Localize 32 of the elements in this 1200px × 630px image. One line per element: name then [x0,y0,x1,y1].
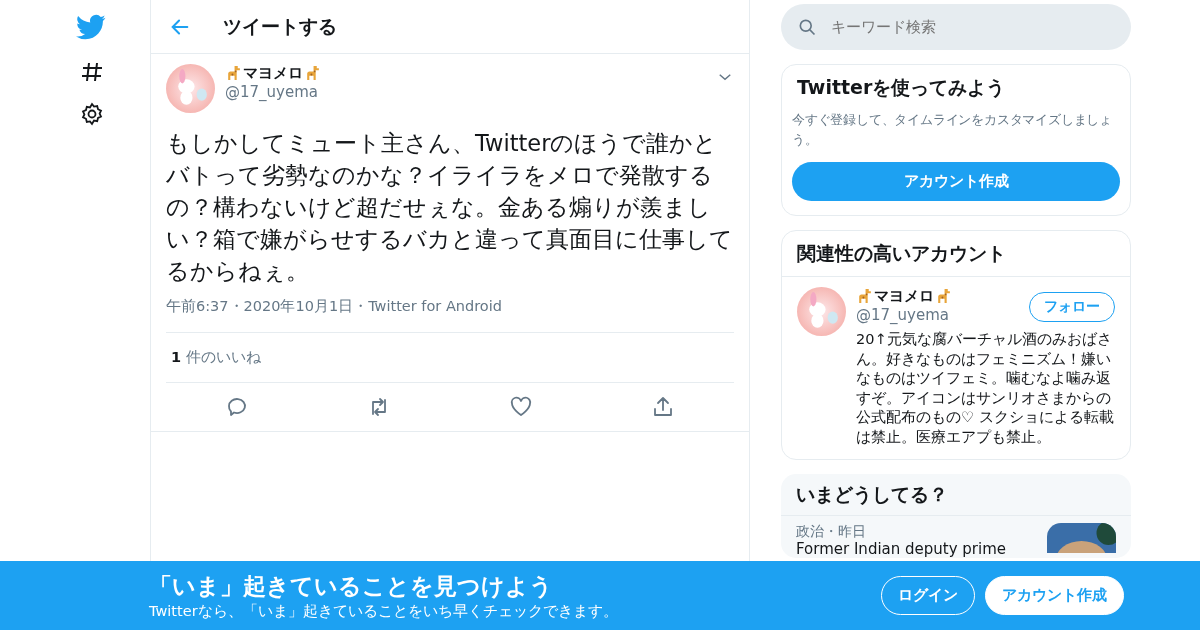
create-account-button[interactable]: アカウント作成 [985,576,1124,615]
user-handle[interactable]: @17_uyema [856,306,952,324]
settings-icon[interactable] [80,102,104,126]
trend-meta: 政治・昨日 [796,523,867,540]
banner-title: 「いま」起きていることを見つけよう [149,571,554,601]
follow-button[interactable]: フォロー [1029,292,1115,322]
card-title: いまどうしてる？ [795,482,949,507]
giraffe-icon [935,288,952,305]
heart-icon[interactable] [509,395,533,419]
like-count[interactable]: 1 件のいいね [166,333,734,383]
card-title: 関連性の高いアカウント [796,241,1007,266]
banner-subtitle: Twitterなら、「いま」起きていることをいち早くチェックできます。 [149,601,618,621]
hashtag-icon[interactable] [80,60,104,84]
display-name[interactable]: マヨメロ [874,287,934,306]
giraffe-icon [304,65,321,82]
giraffe-icon [856,288,873,305]
user-bio: 20↑元気な腐バーチャル酒のみおばさん。好きなものはフェミニズム！嫌いなものはツイフェミ。噛むなよ噛み返すぞ。アイコンはサンリオさまからの公式配布のもの♡ スクショによる転載は禁止。医療エアプも禁止。 [856,330,1115,447]
bird-logo-icon[interactable] [76,12,106,42]
page-title: ツイートする [223,13,337,39]
display-name[interactable]: マヨメロ [243,64,303,83]
create-account-button[interactable]: アカウント作成 [792,162,1120,201]
tweet-text: もしかしてミュート主さん、Twitterのほうで誰かとバトって劣勢なのかな？イライラをメロで発散するの？構わないけど超だせぇな。金ある煽りが羨ましい？箱で嫌がらせするバカと違って真面目に仕事してるからねぇ。 [166,129,734,286]
card-description: 今すぐ登録して、タイムラインをカスタマイズしましょう。 [791,111,1113,149]
card-title: Twitterを使ってみよう [796,75,1007,100]
user-handle[interactable]: @17_uyema [225,83,706,101]
share-icon[interactable] [651,395,675,419]
search-field[interactable]: キーワード検索 [781,4,1131,50]
tweet-timestamp: 午前6:37・2020年10月1日・Twitter for Android [166,297,734,333]
trend-headline[interactable]: Former Indian deputy prime [796,541,1007,558]
search-icon [797,17,817,37]
reply-icon[interactable] [225,395,249,419]
giraffe-icon [225,65,242,82]
